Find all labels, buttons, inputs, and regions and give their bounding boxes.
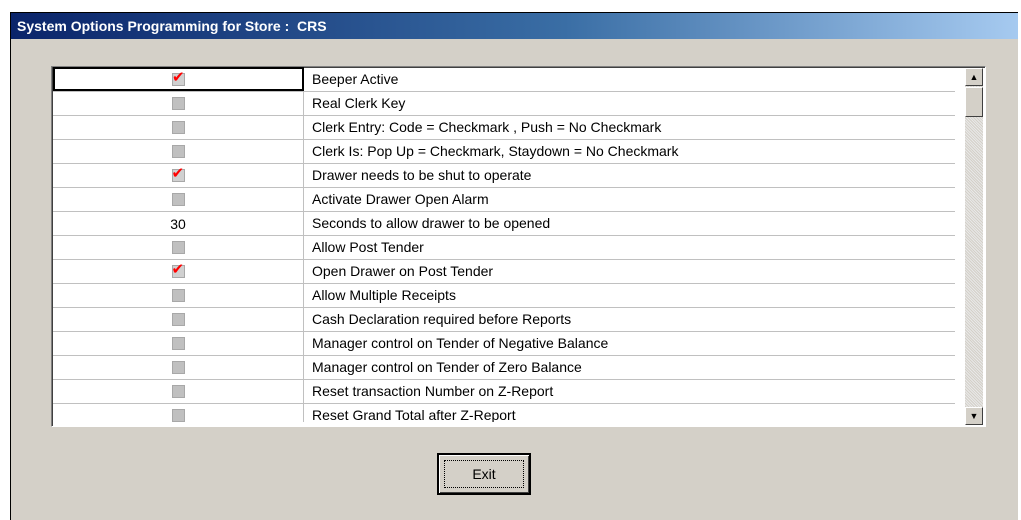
option-row[interactable]: Reset transaction Number on Z-Report <box>53 380 955 404</box>
options-rows: ✔ Beeper Active Real Clerk Key Clerk Entry:… <box>53 67 955 422</box>
scroll-up-button[interactable]: ▲ <box>965 68 983 86</box>
checkmark-icon: ✔ <box>171 164 185 182</box>
option-label: Cash Declaration required before Reports <box>312 311 572 327</box>
unchecked-checkbox[interactable] <box>171 313 185 326</box>
scroll-down-button[interactable]: ▼ <box>965 407 983 425</box>
option-value-cell[interactable]: ✔ <box>53 164 304 187</box>
option-row[interactable]: Clerk Entry: Code = Checkmark , Push = N… <box>53 116 955 140</box>
focus-rectangle <box>444 460 524 488</box>
option-label: Manager control on Tender of Zero Balanc… <box>312 359 582 375</box>
option-label: Clerk Entry: Code = Checkmark , Push = N… <box>312 119 662 135</box>
option-label: Manager control on Tender of Negative Ba… <box>312 335 609 351</box>
option-row[interactable]: Allow Multiple Receipts <box>53 284 955 308</box>
unchecked-checkbox[interactable] <box>171 145 185 158</box>
option-label: Allow Multiple Receipts <box>312 287 456 303</box>
unchecked-checkbox[interactable] <box>171 409 185 422</box>
checkmark-icon: ✔ <box>172 67 185 86</box>
checked-checkbox[interactable]: ✔ <box>171 260 185 278</box>
option-value-cell[interactable] <box>53 308 304 331</box>
option-value-cell[interactable] <box>53 332 304 355</box>
option-value-cell[interactable] <box>53 92 304 115</box>
option-row[interactable]: Allow Post Tender <box>53 236 955 260</box>
option-row[interactable]: Manager control on Tender of Negative Ba… <box>53 332 955 356</box>
unchecked-checkbox[interactable] <box>171 193 185 206</box>
option-row[interactable]: 30 Seconds to allow drawer to be opened <box>53 212 955 236</box>
checked-checkbox[interactable]: ✔ <box>171 164 185 182</box>
option-value-cell[interactable] <box>53 236 304 259</box>
unchecked-checkbox[interactable] <box>171 361 185 374</box>
option-value-cell[interactable] <box>53 284 304 307</box>
option-row[interactable]: Real Clerk Key <box>53 92 955 116</box>
option-label: Drawer needs to be shut to operate <box>312 167 532 183</box>
unchecked-checkbox[interactable] <box>171 121 185 134</box>
option-value-cell[interactable]: ✔ <box>53 260 304 283</box>
vertical-scrollbar[interactable]: ▲ ▼ <box>965 68 983 425</box>
option-value-cell[interactable]: ✔ <box>53 67 304 91</box>
checkmark-icon: ✔ <box>171 260 185 278</box>
option-row[interactable]: Clerk Is: Pop Up = Checkmark, Staydown =… <box>53 140 955 164</box>
option-value-cell[interactable] <box>53 356 304 379</box>
option-value-cell[interactable] <box>53 140 304 163</box>
unchecked-checkbox[interactable] <box>171 289 185 302</box>
option-label: Real Clerk Key <box>312 95 406 111</box>
option-row[interactable]: Activate Drawer Open Alarm <box>53 188 955 212</box>
option-value-cell[interactable] <box>53 380 304 403</box>
option-value-cell[interactable]: 30 <box>53 212 304 235</box>
option-label: Reset transaction Number on Z-Report <box>312 383 554 399</box>
option-number-value[interactable]: 30 <box>170 216 186 232</box>
unchecked-checkbox[interactable] <box>171 385 185 398</box>
options-grid[interactable]: ✔ Beeper Active Real Clerk Key Clerk Entry:… <box>51 66 986 427</box>
option-label: Open Drawer on Post Tender <box>312 263 494 279</box>
option-row[interactable]: ✔ Beeper Active <box>53 67 955 92</box>
option-label: Activate Drawer Open Alarm <box>312 191 489 207</box>
option-value-cell[interactable] <box>53 188 304 211</box>
option-row[interactable]: Reset Grand Total after Z-Report <box>53 404 955 422</box>
window-title: System Options Programming for Store : C… <box>11 13 1018 39</box>
option-value-cell[interactable] <box>53 116 304 139</box>
arrow-up-icon: ▲ <box>969 71 979 82</box>
unchecked-checkbox[interactable] <box>171 337 185 350</box>
option-label: Clerk Is: Pop Up = Checkmark, Staydown =… <box>312 143 679 159</box>
option-row[interactable]: ✔ Drawer needs to be shut to operate <box>53 164 955 188</box>
option-label: Seconds to allow drawer to be opened <box>312 215 551 231</box>
exit-button[interactable]: Exit <box>437 453 531 495</box>
scrollbar-thumb[interactable] <box>965 87 983 117</box>
option-row[interactable]: Cash Declaration required before Reports <box>53 308 955 332</box>
option-row[interactable]: ✔ Open Drawer on Post Tender <box>53 260 955 284</box>
option-label: Allow Post Tender <box>312 239 424 255</box>
unchecked-checkbox[interactable] <box>171 97 185 110</box>
options-window: System Options Programming for Store : C… <box>10 12 1018 520</box>
option-label: Beeper Active <box>312 71 399 87</box>
option-label: Reset Grand Total after Z-Report <box>312 407 516 422</box>
arrow-down-icon: ▼ <box>969 410 979 421</box>
option-row[interactable]: Manager control on Tender of Zero Balanc… <box>53 356 955 380</box>
option-value-cell[interactable] <box>53 404 304 422</box>
checked-checkbox[interactable]: ✔ <box>172 68 185 86</box>
unchecked-checkbox[interactable] <box>171 241 185 254</box>
